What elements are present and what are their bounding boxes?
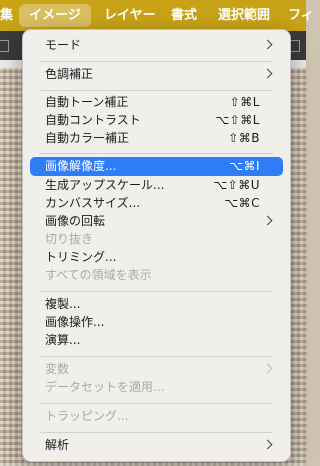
menu-item-analysis[interactable]: 解析: [30, 436, 283, 454]
menu-item-reveal-all: すべての領域を表示: [30, 266, 283, 284]
menu-separator: [40, 291, 273, 292]
menu-item-trim[interactable]: トリミング...: [30, 248, 283, 266]
menu-separator: [40, 356, 273, 357]
menubar-item-select[interactable]: 選択範囲: [218, 0, 270, 31]
menu-bar: 集 イメージ レイヤー 書式 選択範囲 フィ: [0, 0, 314, 31]
panel-icon: [0, 40, 9, 52]
menu-item-label: カンバスサイズ...: [45, 196, 141, 210]
menu-item-apply-image[interactable]: 画像操作...: [30, 313, 283, 331]
menu-item-generative-upscale[interactable]: 生成アップスケール... ⌥⇧⌘U: [30, 176, 283, 194]
menu-separator: [40, 90, 273, 91]
menubar-item-layer[interactable]: レイヤー: [104, 0, 156, 31]
menubar-item-image[interactable]: イメージ: [19, 4, 91, 27]
menu-item-label: 自動コントラスト: [45, 113, 141, 127]
menu-separator: [40, 432, 273, 433]
chevron-right-icon: [262, 439, 273, 450]
chevron-right-icon: [262, 215, 273, 226]
menu-item-variables: 変数: [30, 360, 283, 378]
menu-item-image-rotation[interactable]: 画像の回転: [30, 212, 283, 230]
menu-item-adjustments[interactable]: 色調補正: [30, 65, 283, 83]
menu-item-canvas-size[interactable]: カンバスサイズ... ⌥⌘C: [30, 194, 283, 212]
menu-item-label: トリミング...: [45, 250, 117, 264]
menubar-item-edit[interactable]: 集: [0, 0, 13, 31]
chevron-right-icon: [262, 363, 273, 374]
menu-item-image-size[interactable]: 画像解像度... ⌥⌘I: [30, 157, 283, 176]
menu-item-label: 自動カラー補正: [45, 131, 130, 145]
menu-item-shortcut: ⇧⌘L: [229, 95, 260, 109]
menu-item-label: 変数: [45, 362, 70, 376]
menu-item-label: 生成アップスケール...: [45, 178, 165, 192]
menu-item-duplicate[interactable]: 複製...: [30, 295, 283, 313]
menu-item-shortcut: ⌥⇧⌘L: [215, 113, 260, 127]
chevron-right-icon: [262, 39, 273, 50]
menu-item-label: 画像操作...: [45, 315, 105, 329]
menu-item-label: 色調補正: [45, 67, 94, 81]
menu-item-shortcut: ⇧⌘B: [228, 131, 260, 145]
menu-item-label: 演算...: [45, 333, 81, 347]
menu-separator: [40, 153, 273, 154]
menu-item-trap: トラッピング...: [30, 407, 283, 425]
menubar-item-type[interactable]: 書式: [171, 0, 197, 31]
menu-item-crop: 切り抜き: [30, 230, 283, 248]
menu-item-auto-tone[interactable]: 自動トーン補正 ⇧⌘L: [30, 93, 283, 111]
menu-separator: [40, 61, 273, 62]
menu-item-auto-contrast[interactable]: 自動コントラスト ⌥⇧⌘L: [30, 111, 283, 129]
image-menu-dropdown: モード 色調補正 自動トーン補正 ⇧⌘L 自動コントラスト ⌥⇧⌘L 自動カラー…: [22, 29, 291, 462]
menu-item-label: 複製...: [45, 297, 81, 311]
menu-item-label: 切り抜き: [45, 232, 94, 246]
menu-item-label: 画像の回転: [45, 214, 106, 228]
menu-item-auto-color[interactable]: 自動カラー補正 ⇧⌘B: [30, 129, 283, 147]
menu-item-label: 画像解像度...: [45, 159, 117, 173]
menu-item-label: すべての領域を表示: [45, 268, 152, 282]
menu-item-calculations[interactable]: 演算...: [30, 331, 283, 349]
menu-item-mode[interactable]: モード: [30, 36, 283, 54]
menu-item-label: 解析: [45, 438, 70, 452]
menu-item-shortcut: ⌥⌘C: [224, 196, 260, 210]
chevron-right-icon: [262, 68, 273, 79]
menu-item-shortcut: ⌥⇧⌘U: [213, 178, 260, 192]
menu-item-apply-data-set: データセットを適用...: [30, 378, 283, 396]
menu-separator: [40, 403, 273, 404]
menu-item-label: モード: [45, 38, 82, 52]
menu-item-shortcut: ⌥⌘I: [229, 159, 260, 173]
menubar-item-filter[interactable]: フィ: [288, 0, 314, 31]
menu-item-label: トラッピング...: [45, 409, 129, 423]
menu-item-label: データセットを適用...: [45, 380, 165, 394]
menu-item-label: 自動トーン補正: [45, 95, 129, 109]
